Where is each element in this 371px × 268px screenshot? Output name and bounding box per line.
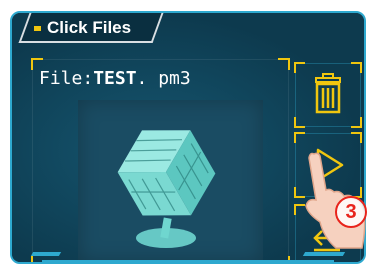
button-corner [294,117,305,128]
button-corner [351,62,362,73]
step-badge: 3 [335,196,367,228]
button-corner [294,132,305,143]
delete-button[interactable] [294,62,362,128]
model-thumbnail[interactable] [78,100,263,262]
page-title: Click Files [47,18,132,37]
title-marker-icon [34,25,41,31]
file-prefix: File: [39,68,94,89]
file-name-line: File:TEST. pm3 [39,68,191,89]
decoration-bar [30,252,62,256]
panel-corner [278,58,290,70]
button-corner [351,132,362,143]
file-name: TEST [93,68,137,89]
file-preview-panel: File:TEST. pm3 [31,58,290,262]
model-preview-image [117,130,216,248]
button-corner [351,117,362,128]
bottom-divider [42,260,334,262]
title-row: Click Files [34,17,131,39]
button-corner [294,62,305,73]
file-extension: . pm3 [136,68,191,89]
step-number: 3 [345,201,357,223]
